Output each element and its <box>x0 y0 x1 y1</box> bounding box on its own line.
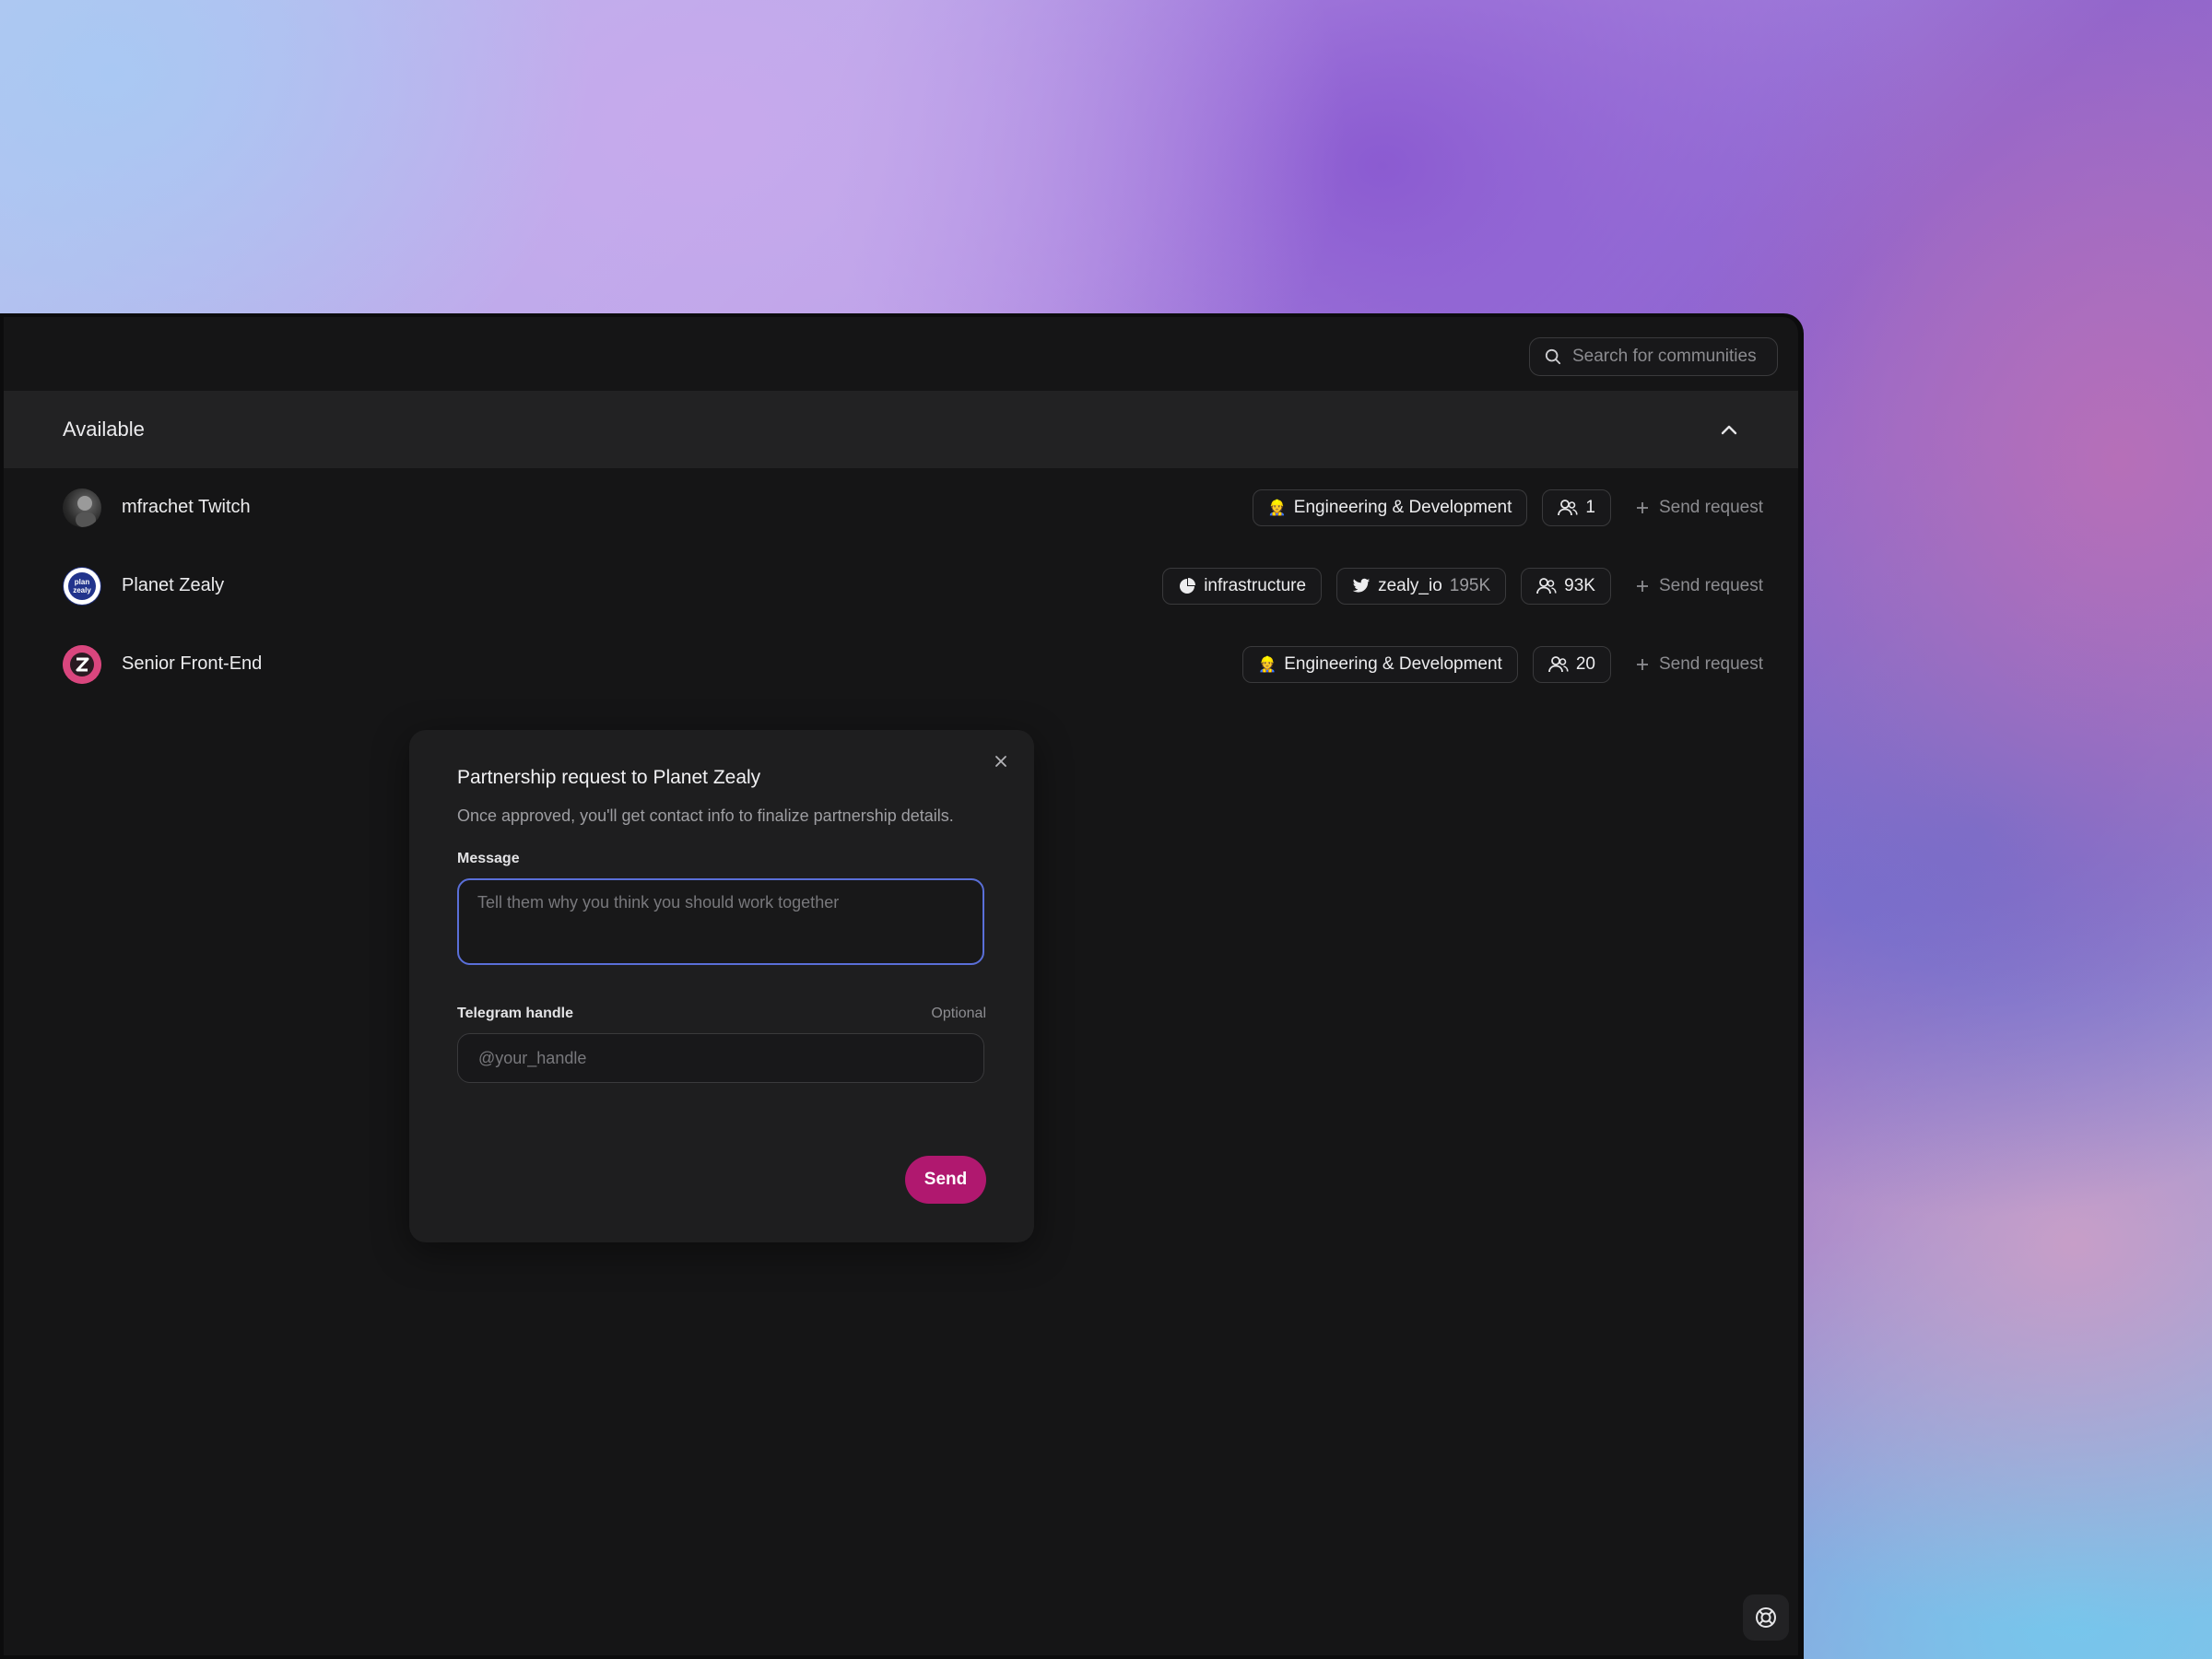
send-request-button[interactable]: Send request <box>1635 654 1763 675</box>
category-tag: 👷 Engineering & Development <box>1252 488 1528 526</box>
community-row: mfrachet Twitch 👷 Engineering & Developm… <box>4 468 1798 547</box>
svg-text:plan: plan <box>75 578 90 586</box>
search-box[interactable] <box>1529 337 1778 376</box>
users-icon <box>1547 655 1569 674</box>
plus-icon <box>1635 657 1650 672</box>
plus-icon <box>1635 579 1650 594</box>
members-badge: 1 <box>1542 488 1611 526</box>
close-icon[interactable] <box>990 750 1012 772</box>
avatar <box>63 488 101 527</box>
builder-emoji-icon: 👷 <box>1258 656 1277 673</box>
dialog-description: Once approved, you'll get contact info t… <box>457 806 954 825</box>
community-name: Senior Front-End <box>122 653 263 674</box>
telegram-label: Telegram handle <box>457 1006 573 1021</box>
chevron-up-icon[interactable] <box>1719 419 1739 440</box>
members-badge: 93K <box>1521 567 1611 605</box>
send-request-button[interactable]: Send request <box>1635 576 1763 596</box>
section-title: Available <box>63 418 145 441</box>
svg-text:zealy: zealy <box>73 586 91 594</box>
plus-icon <box>1635 500 1650 515</box>
category-tag: infrastructure <box>1162 567 1323 605</box>
twitter-followers: 195K <box>1449 575 1491 595</box>
community-name: mfrachet Twitch <box>122 497 251 517</box>
category-tag: 👷 Engineering & Development <box>1242 645 1518 683</box>
avatar: plan zealy <box>63 566 101 606</box>
community-row: Senior Front-End 👷 Engineering & Develop… <box>4 625 1798 703</box>
send-request-button[interactable]: Send request <box>1635 498 1763 518</box>
avatar <box>63 644 101 684</box>
members-badge: 20 <box>1532 645 1611 683</box>
optional-hint: Optional <box>931 1006 986 1021</box>
search-icon <box>1545 348 1561 365</box>
message-input[interactable] <box>477 893 964 950</box>
pie-chart-icon <box>1178 577 1196 595</box>
lifebuoy-icon <box>1754 1606 1778 1630</box>
telegram-field[interactable] <box>457 1033 984 1083</box>
twitter-handle: zealy_io <box>1378 575 1442 595</box>
telegram-input[interactable] <box>477 1047 965 1069</box>
help-button[interactable] <box>1743 1594 1789 1641</box>
builder-emoji-icon: 👷 <box>1267 500 1287 516</box>
message-field[interactable] <box>457 878 984 965</box>
users-icon <box>1536 577 1557 595</box>
search-input[interactable] <box>1571 346 1768 368</box>
send-button[interactable]: Send <box>905 1156 986 1204</box>
top-bar <box>4 317 1798 391</box>
section-header-available[interactable]: Available <box>4 391 1798 468</box>
users-icon <box>1558 499 1578 517</box>
twitter-icon <box>1352 578 1371 594</box>
community-name: Planet Zealy <box>122 575 225 595</box>
message-label: Message <box>457 851 520 866</box>
twitter-badge[interactable]: zealy_io 195K <box>1336 567 1507 605</box>
community-row: plan zealy Planet Zealy infrastructure ze… <box>4 547 1798 625</box>
dialog-title: Partnership request to Planet Zealy <box>457 767 761 788</box>
partnership-dialog: Partnership request to Planet Zealy Once… <box>409 730 1034 1242</box>
